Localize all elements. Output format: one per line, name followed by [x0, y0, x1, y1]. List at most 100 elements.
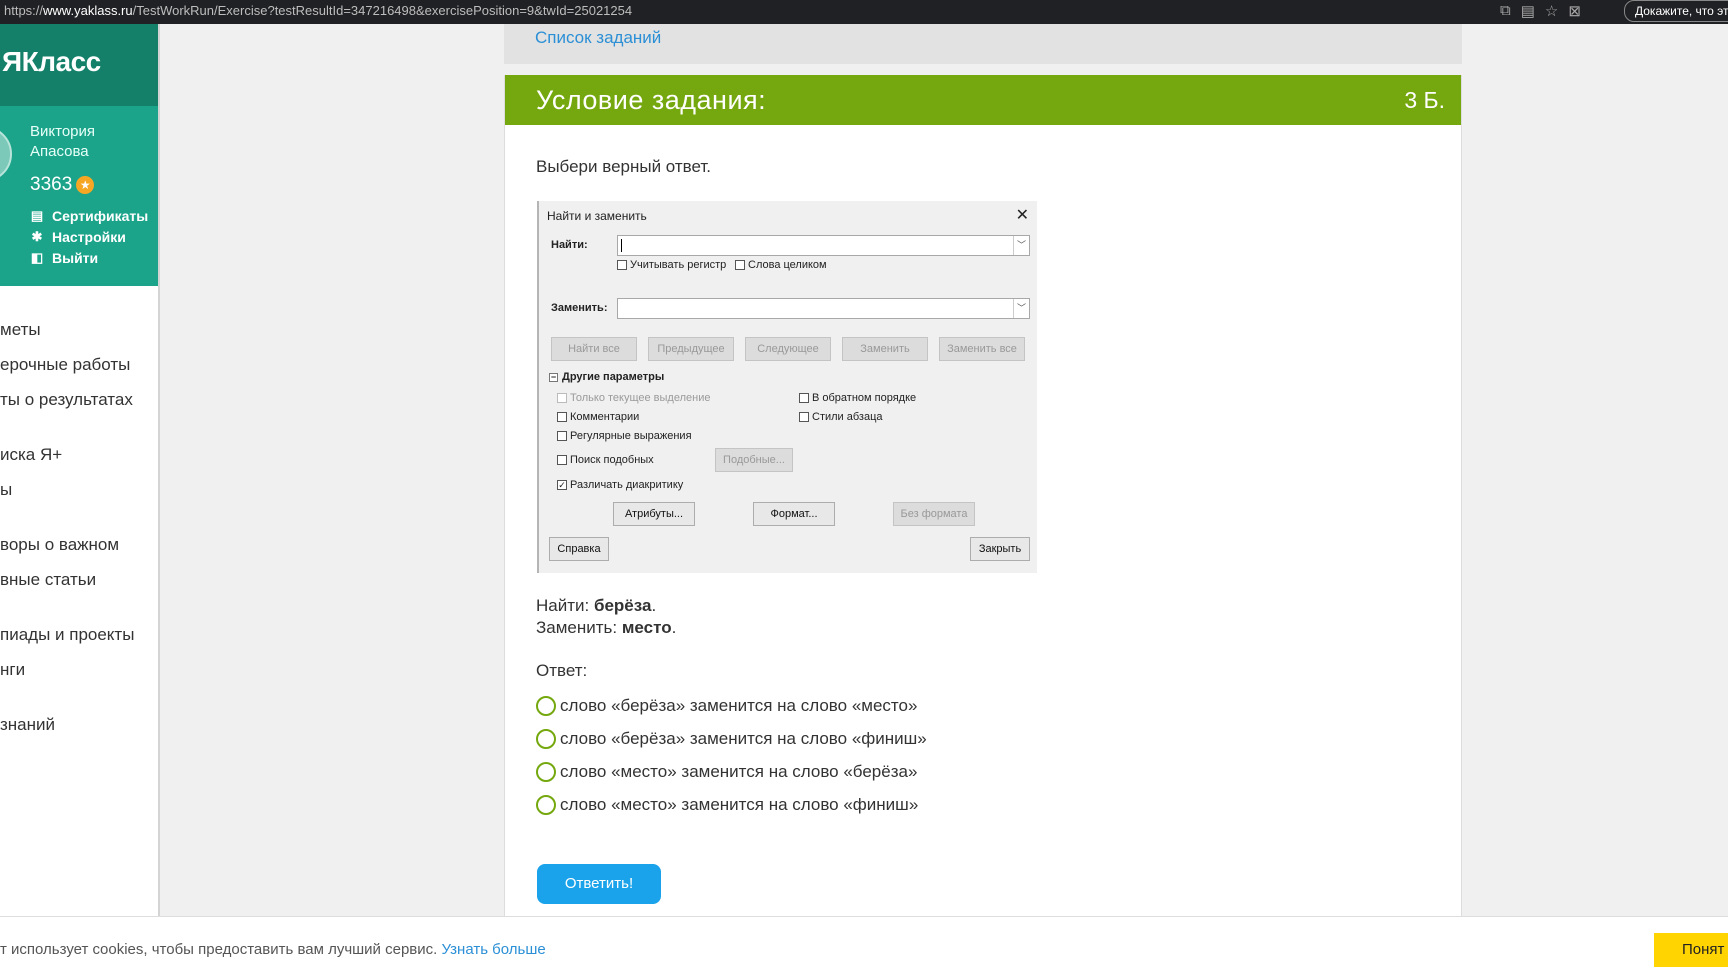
regex-label: Регулярные выражения	[570, 430, 692, 442]
cookie-text: т использует cookies, чтобы предоставить…	[0, 941, 546, 958]
user-name[interactable]: Виктория Апасова	[30, 122, 150, 162]
similar-search-label: Поиск подобных	[570, 454, 654, 466]
current-selection-checkbox: Только текущее выделение	[557, 392, 710, 404]
sidebar-menu: меты ерочные работы ты о результатах иск…	[0, 286, 158, 742]
answer-option-1[interactable]: слово «берёза» заменится на слово «место…	[536, 696, 917, 716]
next-button: Следующее	[745, 337, 831, 361]
answer-option-text: слово «место» заменится на слово «финиш»	[560, 795, 919, 814]
close-icon: ✕	[1015, 207, 1029, 224]
extension-icon[interactable]: ⊠	[1568, 2, 1581, 20]
answer-option-4[interactable]: слово «место» заменится на слово «финиш»	[536, 795, 918, 815]
radio-button[interactable]	[536, 762, 556, 782]
radio-button[interactable]	[536, 729, 556, 749]
paragraph-styles-label: Стили абзаца	[812, 411, 883, 423]
learn-more-link[interactable]: Узнать больше	[441, 941, 545, 958]
sidebar-item-subjects[interactable]: меты	[0, 312, 158, 347]
breadcrumb: Список заданий	[504, 24, 1462, 64]
profile-links: ▤ Сертификаты ✱ Настройки ◧ Выйти	[30, 206, 148, 269]
star-badge-icon: ★	[76, 176, 95, 194]
chevron-down-icon: ﹀	[1013, 236, 1029, 255]
replace-button: Заменить	[842, 337, 928, 361]
open-external-icon[interactable]: ⧉	[1500, 2, 1511, 20]
certificates-link[interactable]: ▤ Сертификаты	[30, 206, 148, 226]
replace-line: Заменить: место.	[536, 617, 676, 639]
task-points: 3 Б.	[1404, 87, 1445, 113]
answer-option-text: слово «берёза» заменится на слово «место…	[560, 696, 918, 715]
accept-cookies-button[interactable]: Понят	[1654, 933, 1728, 967]
sidebar-item-articles[interactable]: вные статьи	[0, 562, 158, 597]
site-logo[interactable]: ЯКласс	[0, 24, 158, 106]
answer-option-3[interactable]: слово «место» заменится на слово «берёза…	[536, 762, 917, 782]
other-options-label: Другие параметры	[562, 371, 665, 383]
task-header: Условие задания: 3 Б.	[505, 75, 1461, 125]
attributes-button: Атрибуты...	[613, 502, 695, 526]
cookie-message: т использует cookies, чтобы предоставить…	[0, 941, 442, 958]
submit-answer-button[interactable]: Ответить!	[537, 864, 661, 904]
other-options-section: − Другие параметры	[549, 371, 664, 383]
score-value: 3363	[30, 174, 73, 195]
sidebar-item-ratings[interactable]: нги	[0, 652, 158, 687]
sidebar-item-reports[interactable]: ты о результатах	[0, 382, 158, 417]
address-bar[interactable]: https://www.yaklass.ru/TestWorkRun/Exerc…	[4, 3, 632, 18]
url-path: /TestWorkRun/Exercise?testResultId=34721…	[132, 3, 633, 18]
paragraph-styles-checkbox: Стили абзаца	[799, 411, 883, 423]
sidebar-item-knowledge[interactable]: знаний	[0, 707, 158, 742]
similar-search-checkbox: Поиск подобных	[557, 454, 654, 466]
current-selection-label: Только текущее выделение	[570, 392, 711, 404]
collapse-icon: −	[549, 371, 558, 382]
settings-link[interactable]: ✱ Настройки	[30, 227, 148, 247]
regex-checkbox: Регулярные выражения	[557, 430, 692, 442]
dialog-title: Найти и заменить	[547, 209, 647, 223]
find-all-button: Найти все	[551, 337, 637, 361]
certificate-icon: ▤	[30, 208, 44, 223]
radio-button[interactable]	[536, 795, 556, 815]
match-case-label: Учитывать регистр	[630, 259, 727, 271]
reverse-order-checkbox: В обратном порядке	[799, 392, 916, 404]
answer-option-text: слово «берёза» заменится на слово «финиш…	[560, 729, 927, 748]
whole-words-checkbox: Слова целиком	[735, 259, 827, 271]
reader-icon[interactable]: ▤	[1521, 2, 1535, 20]
comments-checkbox: Комментарии	[557, 411, 639, 423]
gear-icon: ✱	[31, 229, 43, 244]
replace-all-button: Заменить все	[939, 337, 1025, 361]
settings-label: Настройки	[52, 229, 126, 245]
sidebar-item-subscription[interactable]: иска Я+	[0, 437, 158, 472]
find-label: Найти:	[551, 239, 588, 251]
url-prefix: https://	[4, 3, 44, 18]
replace-line-value: место	[621, 618, 672, 637]
avatar[interactable]	[0, 126, 12, 182]
user-score: 3363 ★	[30, 174, 95, 196]
diacritics-label: Различать диакритику	[570, 479, 684, 491]
star-icon[interactable]: ☆	[1545, 2, 1558, 20]
radio-button[interactable]	[536, 696, 556, 716]
browser-toolbar: https://www.yaklass.ru/TestWorkRun/Exerc…	[0, 0, 1728, 24]
find-line-value: берёза	[593, 596, 652, 615]
browser-prompt-pill[interactable]: Докажите, что эт	[1624, 0, 1728, 22]
sidebar-item-misc[interactable]: ы	[0, 472, 158, 507]
replace-label: Заменить:	[551, 302, 608, 314]
sidebar-item-tests[interactable]: ерочные работы	[0, 347, 158, 382]
cookie-banner: т использует cookies, чтобы предоставить…	[0, 916, 1728, 972]
task-title: Условие задания:	[536, 85, 767, 115]
replace-line-label: Заменить:	[536, 618, 622, 637]
close-button: Закрыть	[970, 537, 1030, 561]
answer-label: Ответ:	[536, 661, 588, 680]
previous-button: Предыдущее	[648, 337, 734, 361]
task-prompt: Выбери верный ответ.	[536, 157, 712, 176]
answer-option-2[interactable]: слово «берёза» заменится на слово «финиш…	[536, 729, 927, 749]
reverse-order-label: В обратном порядке	[812, 392, 917, 404]
similar-button: Подобные...	[715, 448, 793, 472]
logout-link[interactable]: ◧ Выйти	[30, 248, 148, 268]
text-caret	[621, 239, 622, 252]
sidebar-item-olympiads[interactable]: пиады и проекты	[0, 617, 158, 652]
certificates-label: Сертификаты	[52, 208, 149, 224]
sidebar: ЯКласс Виктория Апасова 3363 ★ ▤ Сертифик…	[0, 24, 160, 972]
diacritics-checkbox: ✓ Различать диакритику	[557, 479, 683, 491]
task-list-link[interactable]: Список заданий	[535, 28, 661, 48]
sidebar-item-talks[interactable]: воры о важном	[0, 527, 158, 562]
replace-combo: ﹀	[617, 298, 1030, 319]
find-replace-dialog-image: Найти и заменить ✕ Найти: ﹀ Учитывать ре…	[537, 201, 1037, 573]
whole-words-label: Слова целиком	[748, 259, 827, 271]
exit-icon: ◧	[30, 250, 44, 265]
find-combo: ﹀	[617, 235, 1030, 256]
